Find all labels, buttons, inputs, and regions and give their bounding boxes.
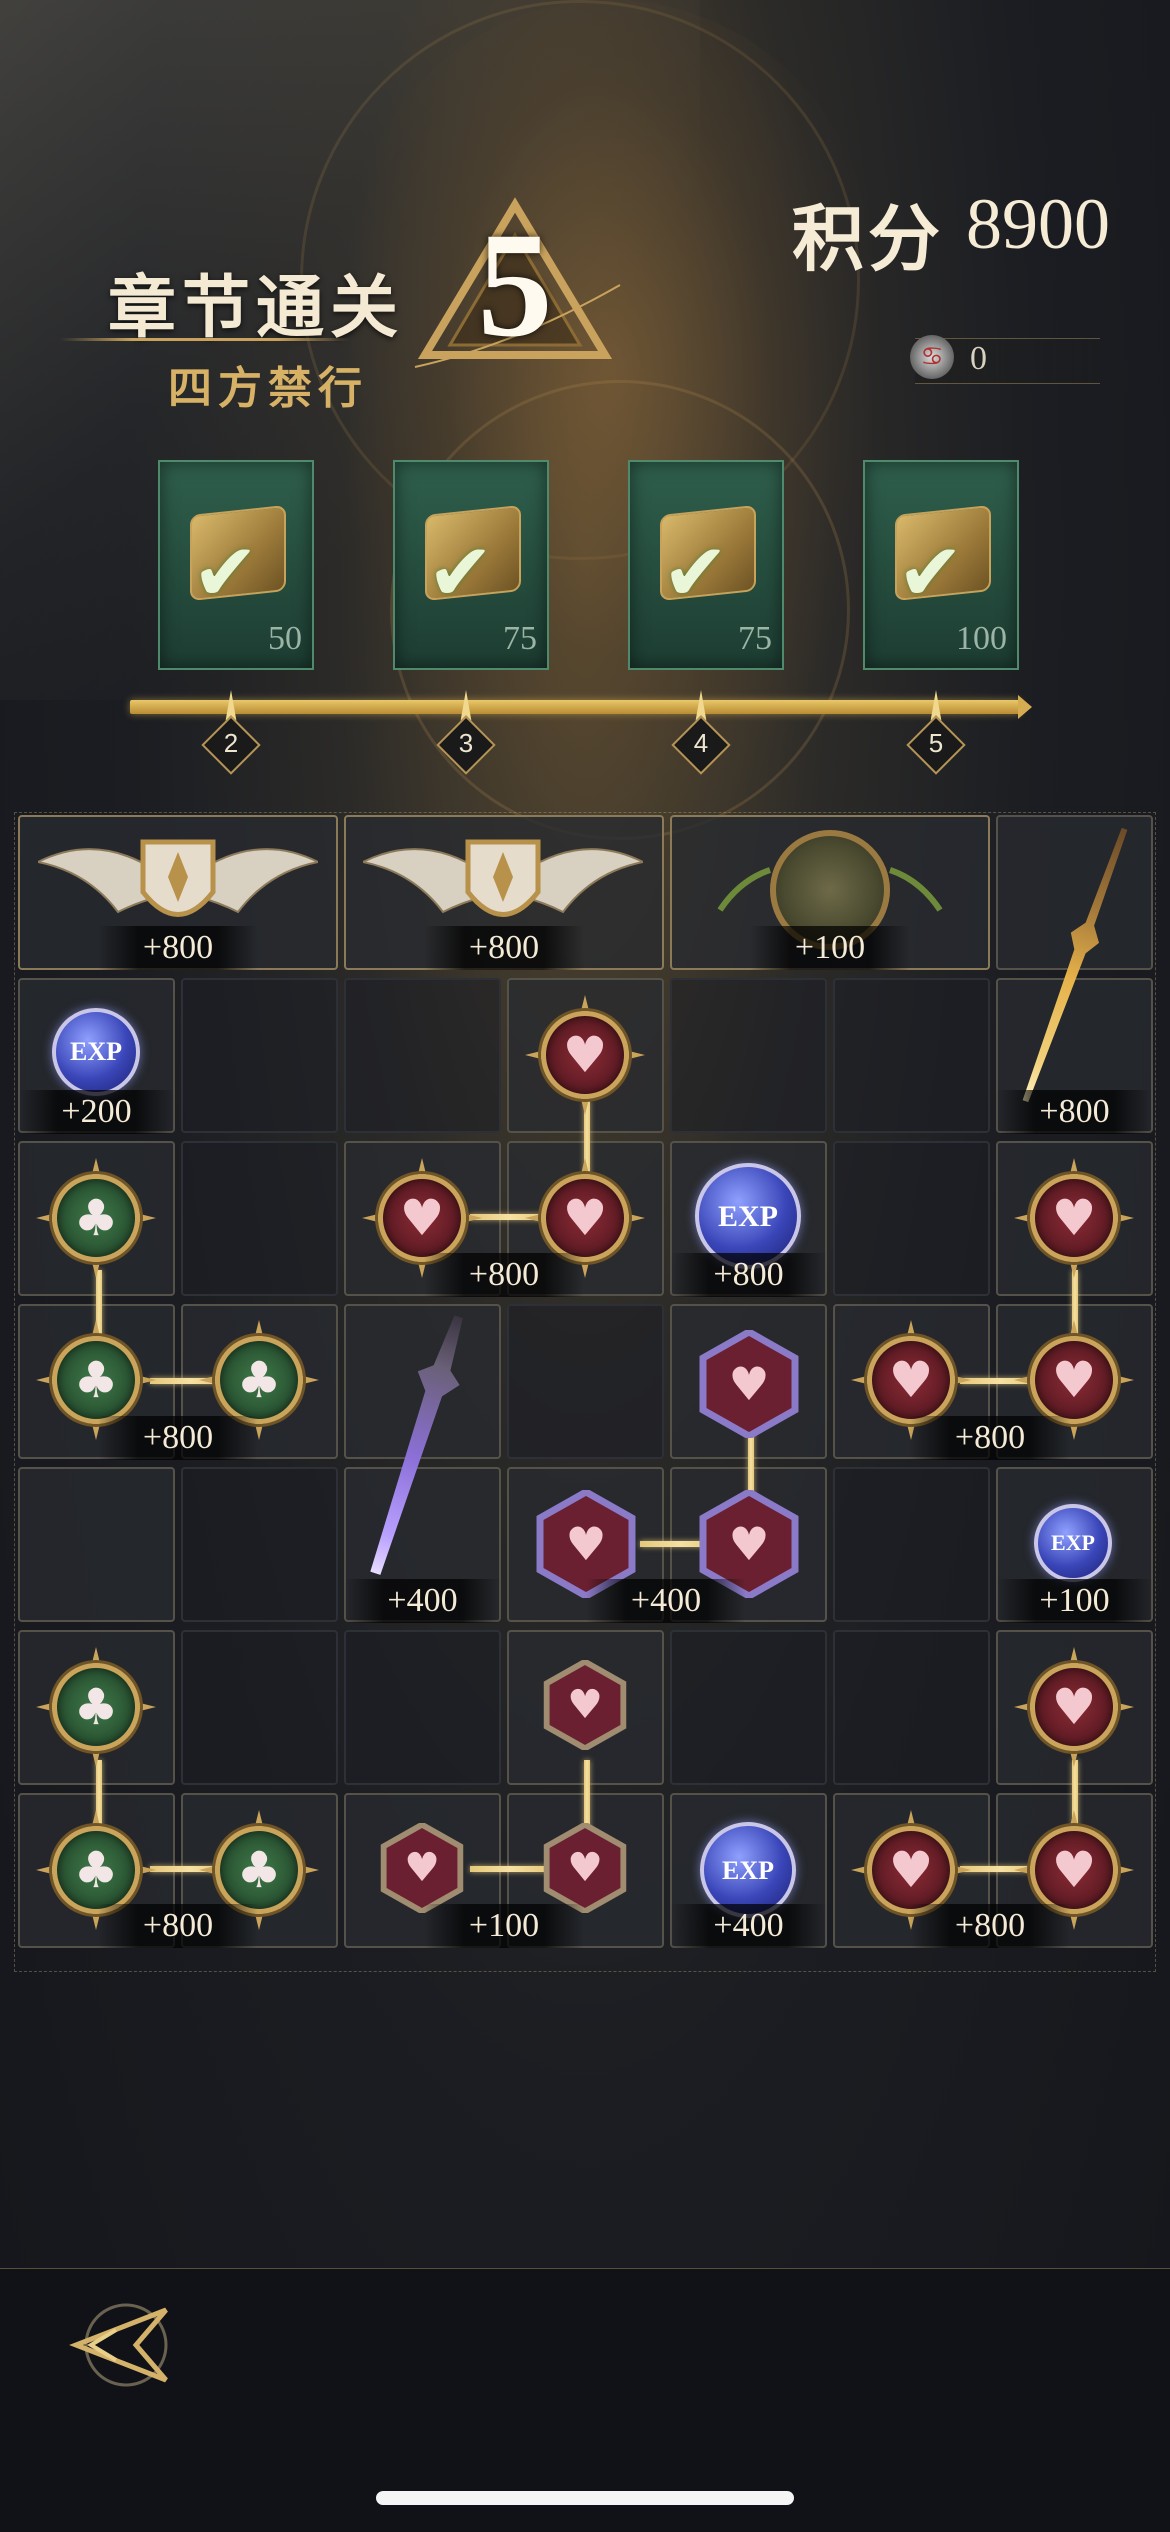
- milestone-marker-number: 5: [928, 728, 944, 758]
- club-icon: ♣: [73, 1678, 119, 1736]
- heart-icon: ♥: [888, 1351, 934, 1409]
- milestone-chest-1[interactable]: ✔ 50: [158, 460, 314, 670]
- chapter-label: 章节通关: [108, 270, 405, 346]
- heart-icon: ♥: [562, 1189, 608, 1247]
- heart-medallion: ♥: [525, 995, 645, 1115]
- board-cell-empty: [344, 978, 501, 1133]
- reward-points: +800: [910, 1904, 1070, 1948]
- heart-medallion: ♥: [1014, 1647, 1134, 1767]
- board-cell-empty: [181, 978, 338, 1133]
- board-cell-empty: [181, 1141, 338, 1296]
- club-icon: ♣: [236, 1841, 282, 1899]
- board-cell[interactable]: [18, 1467, 175, 1622]
- score-label: 积分: [792, 200, 945, 280]
- currency-orb-icon: ♋: [910, 335, 954, 379]
- board-cell-empty: [833, 1630, 990, 1785]
- heart-icon: ♥: [567, 1845, 603, 1891]
- exp-orb-icon: EXP: [1034, 1504, 1112, 1582]
- milestone-marker-number: 4: [693, 728, 709, 758]
- club-medallion: ♣: [36, 1647, 156, 1767]
- heart-hex-medallion: ♥: [377, 1821, 467, 1915]
- board-cell-empty: [344, 1630, 501, 1785]
- reward-points: +800: [424, 1253, 584, 1297]
- board-cell-empty: [833, 978, 990, 1133]
- chapter-number: 5: [477, 202, 553, 368]
- heart-hex-medallion: ♥: [540, 1658, 630, 1752]
- back-button[interactable]: [56, 2290, 176, 2400]
- heart-icon: ♥: [1051, 1678, 1097, 1736]
- chapter-name: 四方禁行: [168, 364, 368, 413]
- back-arrow-icon: [69, 2303, 168, 2387]
- board-cell-empty: [181, 1467, 338, 1622]
- progress-arrow-icon: [1018, 695, 1032, 719]
- milestone-chest-3[interactable]: ✔ 75: [628, 460, 784, 670]
- reward-points: +800: [98, 1904, 258, 1948]
- board-cell-empty: [181, 1630, 338, 1785]
- reward-points: +800: [910, 1416, 1070, 1460]
- chest-points: 75: [738, 620, 772, 657]
- laurel-icon: [717, 867, 943, 912]
- heart-icon: ♥: [399, 1189, 445, 1247]
- score-value: 8900: [966, 184, 1110, 264]
- board-cell-empty: [833, 1467, 990, 1622]
- check-icon: ✔: [427, 526, 495, 619]
- club-icon: ♣: [73, 1351, 119, 1409]
- heart-icon: ♥: [404, 1845, 440, 1891]
- reward-points: +800: [670, 1253, 827, 1297]
- path-connector: [470, 1866, 550, 1872]
- board-cell-empty: [833, 1141, 990, 1296]
- board-cell-empty: [670, 978, 827, 1133]
- check-icon: ✔: [897, 526, 965, 619]
- check-icon: ✔: [662, 526, 730, 619]
- chapter-emblem: 5: [405, 195, 625, 385]
- milestone-chest-2[interactable]: ✔ 75: [393, 460, 549, 670]
- heart-hex-medallion: ♥: [540, 1821, 630, 1915]
- heart-icon: ♥: [567, 1682, 603, 1728]
- heart-icon: ♥: [728, 1357, 770, 1411]
- home-indicator[interactable]: [376, 2491, 794, 2505]
- club-icon: ♣: [236, 1351, 282, 1409]
- chapter-underline: [60, 338, 350, 341]
- board-cell-empty: [507, 1304, 664, 1459]
- reward-points: +100: [424, 1904, 584, 1948]
- heart-icon: ♥: [1051, 1189, 1097, 1247]
- reward-points: +400: [670, 1904, 827, 1948]
- check-icon: ✔: [192, 526, 260, 619]
- heart-icon: ♥: [1051, 1841, 1097, 1899]
- board-cell-empty: [670, 1630, 827, 1785]
- reward-points: +100: [750, 926, 910, 970]
- heart-icon: ♥: [888, 1841, 934, 1899]
- heart-icon: ♥: [1051, 1351, 1097, 1409]
- heart-hex-medallion: ♥: [695, 1327, 803, 1441]
- reward-points: +800: [98, 1416, 258, 1460]
- chest-points: 75: [503, 620, 537, 657]
- milestone-chest-4[interactable]: ✔ 100: [863, 460, 1019, 670]
- club-icon: ♣: [73, 1841, 119, 1899]
- reward-points: +400: [586, 1579, 746, 1623]
- reward-points: +800: [424, 926, 584, 970]
- reward-points: +400: [344, 1579, 501, 1623]
- chest-points: 50: [268, 620, 302, 657]
- reward-points: +200: [18, 1090, 175, 1134]
- reward-points: +800: [996, 1090, 1153, 1134]
- chest-points: 100: [956, 620, 1007, 657]
- winged-shield-icon: [34, 822, 322, 942]
- club-medallion: ♣: [36, 1158, 156, 1278]
- winged-shield-icon: [359, 822, 647, 942]
- exp-orb-icon: EXP: [52, 1008, 140, 1096]
- reward-points: +100: [996, 1579, 1153, 1623]
- milestone-progress-bar: [130, 700, 1020, 714]
- currency-value: 0: [970, 340, 987, 377]
- milestone-marker-number: 2: [223, 728, 239, 758]
- heart-icon: ♥: [562, 1026, 608, 1084]
- reward-points: +800: [98, 926, 258, 970]
- milestone-marker-number: 3: [458, 728, 474, 758]
- club-icon: ♣: [73, 1189, 119, 1247]
- heart-medallion: ♥: [1014, 1158, 1134, 1278]
